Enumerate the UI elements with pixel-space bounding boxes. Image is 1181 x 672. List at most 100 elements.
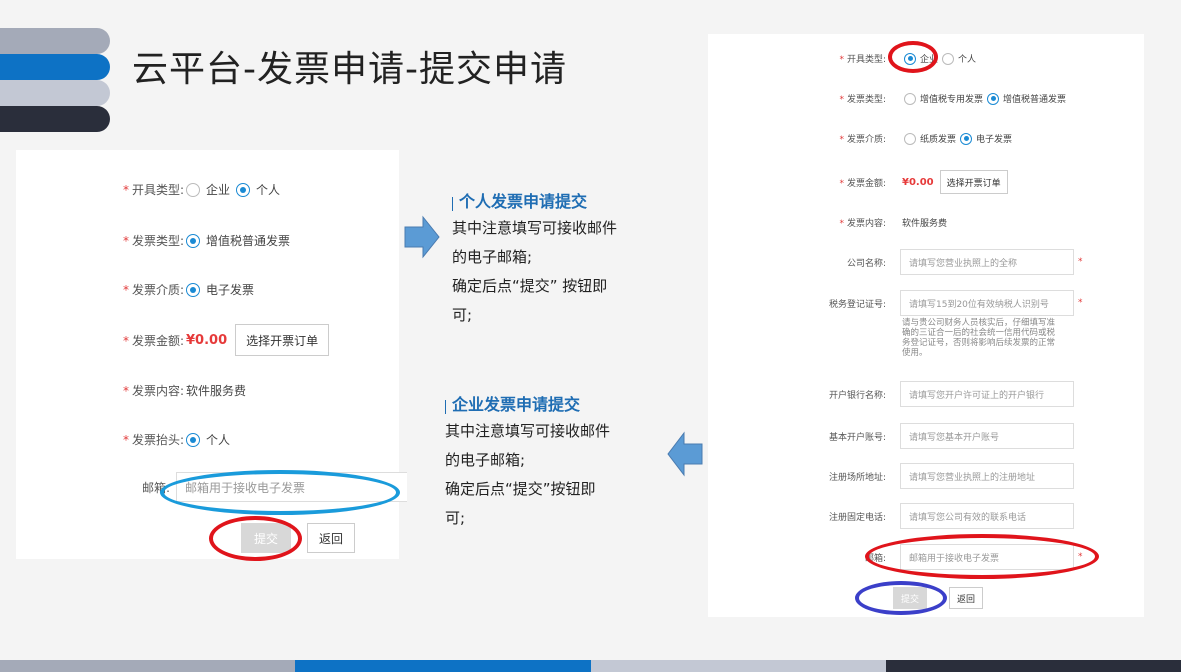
radio-vat-normal[interactable] <box>987 92 1000 105</box>
arrow-left-icon <box>667 431 703 477</box>
content-value: 软件服务费 <box>186 384 247 398</box>
radio-header-personal[interactable] <box>186 432 200 447</box>
back-button[interactable]: 返回 <box>307 523 355 553</box>
form-row-medium: * 发票介质: 电子发票 <box>98 281 260 298</box>
bank-name-label: 开户银行名称: <box>828 390 886 401</box>
form-row-invoice-type: * 发票类型: 增值税普通发票 <box>98 232 296 249</box>
address-label: 注册场所地址: <box>828 472 886 483</box>
radio-vat-special[interactable] <box>904 92 916 105</box>
radio-electronic[interactable] <box>960 132 973 145</box>
amount-label: 发票金额: <box>846 178 886 189</box>
email-input[interactable]: 邮箱用于接收电子发票 <box>176 472 407 502</box>
radio-paper[interactable] <box>904 132 916 145</box>
personal-note: 个人发票申请提交 其中注意填写可接收邮件 的电子邮箱; 确定后点“提交” 按钮即… <box>452 188 672 330</box>
form-row-content: * 发票内容: 软件服务费 <box>98 382 252 399</box>
tax-id-label: 税务登记证号: <box>828 299 886 310</box>
decor-stripe-1 <box>0 28 110 54</box>
issue-type-label: 开具类型: <box>131 183 184 197</box>
form-row-issue-type: * 开具类型: 企业 个人 <box>98 181 286 198</box>
tax-id-hint: 请与贵公司财务人员核实后，仔细填写准 确的三证合一后的社会统一信用代码或税 务登… <box>902 318 1082 358</box>
form-row-invoice-type: * 发票类型: 增值税专用发票 增值税普通发票 <box>816 92 1070 105</box>
field-bank-account: 基本开户账号: 请填写您基本开户账号 <box>798 423 1074 449</box>
note-line: 的电子邮箱; <box>445 451 526 469</box>
radio-company-label: 企业 <box>920 55 939 65</box>
radio-personal-label: 个人 <box>958 55 977 65</box>
form-row-email: 邮箱: 邮箱用于接收电子发票 <box>98 472 407 502</box>
note-line: 其中注意填写可接收邮件 <box>445 422 611 440</box>
field-company-name: 公司名称: 请填写您营业执照上的全称 * <box>798 249 1086 275</box>
decor-stripe-2 <box>0 54 110 80</box>
radio-electronic-label: 电子发票 <box>206 283 255 297</box>
required-mark: * <box>122 333 129 348</box>
email-label: 邮箱: <box>141 480 170 495</box>
email-input[interactable]: 邮箱用于接收电子发票 <box>900 544 1074 570</box>
required-mark: * <box>122 234 129 248</box>
radio-paper-label: 纸质发票 <box>920 135 957 145</box>
bottom-decor-bar <box>0 660 1181 672</box>
company-note-title: 企业发票申请提交 <box>445 391 665 415</box>
medium-label: 发票介质: <box>846 135 886 145</box>
required-mark: * <box>1078 552 1083 562</box>
form-row-medium: * 发票介质: 纸质发票 电子发票 <box>816 132 1016 145</box>
radio-vat-special-label: 增值税专用发票 <box>920 95 984 105</box>
hint-line: 务登记证号，否则将影响后续发票的正常 <box>902 338 1056 348</box>
radio-electronic[interactable] <box>186 282 200 297</box>
hint-line: 使用。 <box>902 348 928 358</box>
form-row-content: * 发票内容: 软件服务费 <box>816 216 951 229</box>
content-label: 发票内容: <box>846 219 886 229</box>
note-line: 可; <box>452 306 473 324</box>
field-bank-name: 开户银行名称: 请填写您开户许可证上的开户银行 <box>798 381 1074 407</box>
tax-id-input[interactable]: 请填写15到20位有效纳税人识别号 <box>900 290 1074 316</box>
form-row-issue-type: * 开具类型: 企业 个人 <box>816 52 980 65</box>
required-mark: * <box>122 384 129 398</box>
arrow-right-icon <box>404 215 440 259</box>
radio-company[interactable] <box>904 52 916 65</box>
radio-personal[interactable] <box>942 52 955 65</box>
hint-line: 请与贵公司财务人员核实后，仔细填写准 <box>902 318 1056 328</box>
submit-button[interactable]: 提交 <box>893 587 927 609</box>
field-phone: 注册固定电话: 请填写您公司有效的联系电话 <box>798 503 1074 529</box>
required-mark: * <box>839 135 844 145</box>
bottom-bar-segment <box>885 660 1181 672</box>
company-name-input[interactable]: 请填写您营业执照上的全称 <box>900 249 1074 275</box>
bottom-bar-segment <box>295 660 591 672</box>
required-mark: * <box>122 433 129 447</box>
required-mark: * <box>1078 298 1083 308</box>
bank-account-input[interactable]: 请填写您基本开户账号 <box>900 423 1074 449</box>
decor-stripe-4 <box>0 106 110 132</box>
note-line: 其中注意填写可接收邮件 <box>452 219 618 237</box>
amount-value: ¥0.00 <box>902 176 934 188</box>
note-line: 的电子邮箱; <box>452 248 533 266</box>
radio-vat-normal-label: 增值税普通发票 <box>206 234 291 248</box>
field-tax-id: 税务登记证号: 请填写15到20位有效纳税人识别号 * <box>798 290 1086 316</box>
bank-name-input[interactable]: 请填写您开户许可证上的开户银行 <box>900 381 1074 407</box>
radio-header-personal-label: 个人 <box>206 433 231 447</box>
company-name-label: 公司名称: <box>846 258 886 269</box>
radio-company[interactable] <box>186 182 200 197</box>
bottom-bar-segment <box>0 660 296 672</box>
company-note: 企业发票申请提交 其中注意填写可接收邮件 的电子邮箱; 确定后点“提交”按钮即 … <box>445 391 665 533</box>
field-email: 邮箱: 邮箱用于接收电子发票 * <box>798 544 1086 570</box>
radio-personal-label: 个人 <box>256 183 281 197</box>
page-title: 云平台-发票申请-提交申请 <box>132 49 567 90</box>
required-mark: * <box>1078 257 1083 267</box>
personal-note-title: 个人发票申请提交 <box>452 188 672 212</box>
phone-input[interactable]: 请填写您公司有效的联系电话 <box>900 503 1074 529</box>
radio-electronic-label: 电子发票 <box>976 135 1013 145</box>
invoice-type-label: 发票类型: <box>846 95 886 105</box>
amount-value: ¥0.00 <box>186 332 228 348</box>
note-line: 确定后点“提交” 按钮即 <box>452 277 608 295</box>
radio-vat-normal[interactable] <box>186 233 200 248</box>
submit-button[interactable]: 提交 <box>241 523 291 553</box>
back-button[interactable]: 返回 <box>949 587 983 609</box>
radio-personal[interactable] <box>236 182 251 197</box>
form-row-amount: * 发票金额: ¥0.00 选择开票订单 <box>816 170 1008 194</box>
address-input[interactable]: 请填写您营业执照上的注册地址 <box>900 463 1074 489</box>
phone-label: 注册固定电话: <box>828 512 886 523</box>
select-order-button[interactable]: 选择开票订单 <box>235 324 330 356</box>
company-invoice-form: * 开具类型: 企业 个人 * 发票类型: 增值税专用发票 增值税普通发票 * 发票介… <box>708 34 1144 617</box>
select-order-button[interactable]: 选择开票订单 <box>939 170 1008 194</box>
personal-invoice-form: * 开具类型: 企业 个人 * 发票类型: 增值税普通发票 * 发票介质: 电子发票 … <box>16 150 407 559</box>
content-value: 软件服务费 <box>902 219 948 229</box>
amount-label: 发票金额: <box>131 333 184 348</box>
